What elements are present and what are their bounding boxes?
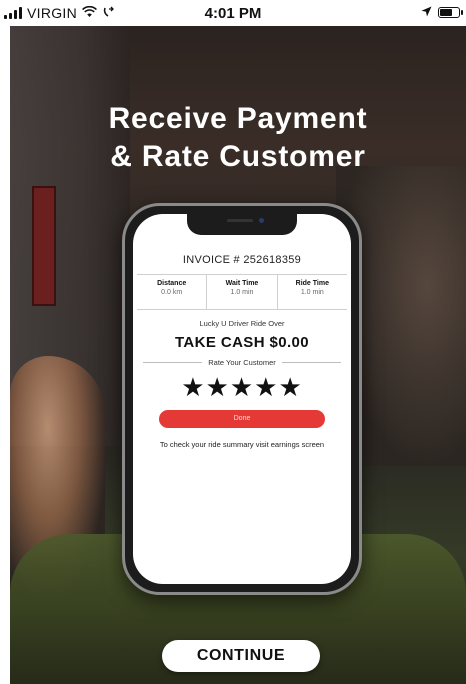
metric-value: 0.0 km <box>161 289 183 296</box>
metric-label: Ride Time <box>295 280 329 287</box>
metric-label: Distance <box>157 280 187 287</box>
headline-line-2: & Rate Customer <box>110 140 366 173</box>
continue-button[interactable]: CONTINUE <box>162 640 320 672</box>
status-right <box>421 5 463 20</box>
metric-label: Wait Time <box>225 280 259 287</box>
phone-notch <box>187 214 297 235</box>
metric-ride-time: Ride Time 1.0 min <box>276 275 347 309</box>
status-bar: VIRGIN 4:01 PM <box>0 0 466 26</box>
metric-wait-time: Wait Time 1.0 min <box>206 275 276 309</box>
background-sign <box>32 186 56 306</box>
page-title: Receive Payment & Rate Customer <box>10 100 466 176</box>
invoice-title: INVOICE # 252618359 <box>182 254 302 266</box>
divider-line <box>281 362 342 363</box>
ride-summary-note: To check your ride summary visit earning… <box>159 440 325 449</box>
battery-icon <box>438 7 463 18</box>
done-button: Done <box>159 410 325 428</box>
metric-value: 1.0 min <box>230 289 254 296</box>
metric-distance: Distance 0.0 km <box>137 275 206 309</box>
location-arrow-icon <box>421 5 432 20</box>
divider-line <box>143 362 203 363</box>
star-rating: ★★★★★ <box>181 372 303 402</box>
rate-customer-divider: Rate Your Customer <box>143 358 342 367</box>
ride-over-text: Lucky U Driver Ride Over <box>199 319 285 328</box>
metric-value: 1.0 min <box>300 289 324 296</box>
ride-metrics: Distance 0.0 km Wait Time 1.0 min Ride T… <box>137 274 347 310</box>
rate-customer-label: Rate Your Customer <box>208 358 276 367</box>
take-cash-amount: TAKE CASH $0.00 <box>174 334 310 351</box>
headline-line-1: Receive Payment <box>108 102 368 135</box>
phone-screen: INVOICE # 252618359 Distance 0.0 km Wait… <box>133 214 351 584</box>
phone-mockup: INVOICE # 252618359 Distance 0.0 km Wait… <box>122 203 362 595</box>
status-time: 4:01 PM <box>204 5 262 22</box>
